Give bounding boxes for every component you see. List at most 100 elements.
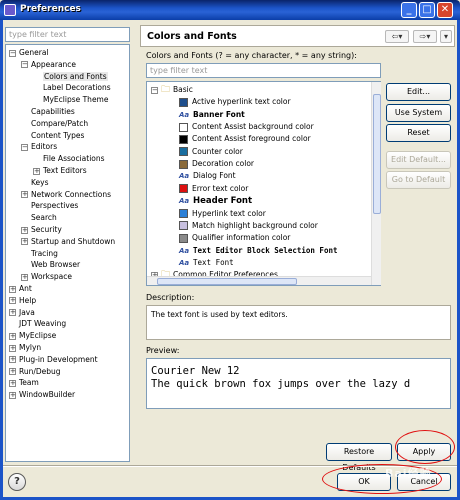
tree-item[interactable]: − General (9, 47, 49, 58)
tree-item[interactable]: + Plug-in Development (9, 354, 98, 365)
tree-item[interactable]: + Network Connections (21, 189, 111, 200)
expand-icon[interactable]: + (21, 238, 28, 246)
color-item[interactable]: Error text color (179, 183, 248, 195)
use-system-font-button[interactable]: Use System Font (386, 104, 451, 133)
annotation-circle-apply (395, 430, 455, 464)
tree-item[interactable]: + Team (9, 377, 39, 388)
collapse-icon[interactable]: − (21, 61, 28, 69)
expand-icon[interactable]: + (9, 368, 16, 376)
tree-item[interactable]: Tracing (21, 248, 58, 259)
tree-item-label: Team (19, 378, 39, 388)
tree-item[interactable]: + Java (9, 307, 35, 318)
color-item[interactable]: Active hyperlink text color (179, 96, 291, 108)
font-item[interactable]: Aa Dialog Font (179, 170, 236, 182)
tree-item[interactable]: + Text Editors (33, 165, 87, 176)
font-item[interactable]: Aa Header Font (179, 195, 252, 207)
edit-default-button[interactable]: Edit Default... (386, 151, 451, 169)
colors-filter-input[interactable]: type filter text (146, 63, 381, 78)
tree-item-label: Java (19, 307, 35, 317)
scrollbar-thumb[interactable] (157, 278, 297, 285)
color-item[interactable]: Hyperlink text color (179, 208, 266, 220)
view-menu-button[interactable]: ▾ (440, 30, 452, 43)
tree-item[interactable]: Search (21, 212, 57, 223)
font-item[interactable]: Aa Text Editor Block Selection Font (179, 245, 338, 257)
tree-item[interactable]: Colors and Fonts (33, 71, 108, 82)
tree-item[interactable]: + Ant (9, 283, 32, 294)
expand-icon[interactable]: + (9, 344, 16, 352)
tree-item[interactable]: Keys (21, 177, 49, 188)
color-item[interactable]: Decoration color (179, 158, 254, 170)
color-swatch-icon (179, 221, 188, 231)
tree-item[interactable]: + Security (21, 224, 62, 235)
tree-item[interactable]: Compare/Patch (21, 118, 88, 129)
restore-defaults-button[interactable]: Restore Defaults (326, 443, 392, 472)
list-category[interactable]: − 🗀 Basic (151, 84, 193, 96)
expand-icon[interactable]: + (9, 356, 16, 364)
expand-icon[interactable]: + (21, 191, 28, 199)
color-swatch-icon (179, 147, 188, 157)
list-vertical-scrollbar[interactable] (371, 82, 381, 285)
expand-icon[interactable]: + (9, 309, 16, 317)
close-button[interactable]: ✕ (437, 2, 453, 18)
preference-tree[interactable]: − General − Appearance Colors and Fonts Label… (5, 44, 130, 462)
tree-item[interactable]: Content Types (21, 130, 84, 141)
expand-icon[interactable]: + (21, 273, 28, 281)
tree-item[interactable]: + Mylyn (9, 342, 41, 353)
expand-icon[interactable]: + (9, 379, 16, 387)
help-icon[interactable]: ? (8, 473, 26, 491)
forward-nav-button[interactable]: ⇨▾ (413, 30, 437, 43)
collapse-icon[interactable]: − (9, 49, 16, 57)
back-nav-button[interactable]: ⇦▾ (385, 30, 409, 43)
tree-item[interactable]: Web Browser (21, 259, 80, 270)
tree-item[interactable]: + Workspace (21, 271, 72, 282)
reset-button[interactable]: Reset (386, 124, 451, 142)
color-item[interactable]: Content Assist foreground color (179, 133, 311, 145)
tree-item-label: File Associations (43, 154, 105, 164)
expand-icon[interactable]: + (9, 332, 16, 340)
collapse-icon[interactable]: − (151, 86, 158, 94)
colors-fonts-list[interactable]: − 🗀 Basic Active hyperlink text color Aa Bann… (146, 81, 381, 286)
tree-item[interactable]: + WindowBuilder (9, 389, 75, 400)
go-to-default-button[interactable]: Go to Default (386, 171, 451, 189)
tree-item[interactable]: + MyEclipse (9, 330, 56, 341)
tree-item[interactable]: JDT Weaving (9, 318, 66, 329)
window-title: Preferences (20, 4, 81, 14)
minimize-button[interactable]: _ (401, 2, 417, 18)
tree-filter-input[interactable]: type filter text (5, 27, 130, 42)
tree-item[interactable]: Perspectives (21, 200, 78, 211)
tree-item-label: Network Connections (31, 189, 112, 199)
color-item[interactable]: Counter color (179, 146, 243, 158)
tree-item[interactable]: + Run/Debug (9, 366, 61, 377)
scrollbar-thumb[interactable] (373, 94, 381, 214)
expand-icon[interactable]: + (9, 297, 16, 305)
color-item[interactable]: Qualifier information color (179, 232, 290, 244)
list-horizontal-scrollbar[interactable] (147, 276, 371, 285)
tree-item[interactable]: + Startup and Shutdown (21, 236, 115, 247)
tree-item[interactable]: − Editors (21, 141, 57, 152)
tree-item-label: Editors (31, 142, 58, 152)
edit-button[interactable]: Edit... (386, 83, 451, 101)
font-item[interactable]: Aa Text Font (179, 257, 234, 269)
font-icon: Aa (179, 197, 190, 206)
font-preview: Courier New 12 The quick brown fox jumps… (146, 358, 451, 409)
tree-item-label: Workspace (31, 272, 72, 282)
expand-icon[interactable]: + (9, 391, 16, 399)
expand-icon[interactable]: + (21, 226, 28, 234)
tree-item-label: Colors and Fonts (43, 71, 108, 81)
maximize-button[interactable]: □ (419, 2, 435, 18)
tree-item[interactable]: + Help (9, 295, 36, 306)
preview-line: Courier New 12 (151, 365, 240, 377)
expand-icon[interactable]: + (33, 167, 40, 175)
tree-item[interactable]: File Associations (33, 153, 105, 164)
tree-item[interactable]: Label Decorations (33, 82, 111, 93)
color-item[interactable]: Content Assist background color (179, 121, 314, 133)
title-bar[interactable]: Preferences _ □ ✕ (0, 0, 460, 20)
color-item[interactable]: Match highlight background color (179, 220, 318, 232)
expand-icon[interactable]: + (9, 285, 16, 293)
font-item[interactable]: Aa Banner Font (179, 109, 245, 121)
list-item-label: Basic (173, 85, 193, 94)
tree-item[interactable]: Capabilities (21, 106, 75, 117)
tree-item[interactable]: MyEclipse Theme (33, 94, 108, 105)
collapse-icon[interactable]: − (21, 143, 28, 151)
tree-item[interactable]: − Appearance (21, 59, 76, 70)
